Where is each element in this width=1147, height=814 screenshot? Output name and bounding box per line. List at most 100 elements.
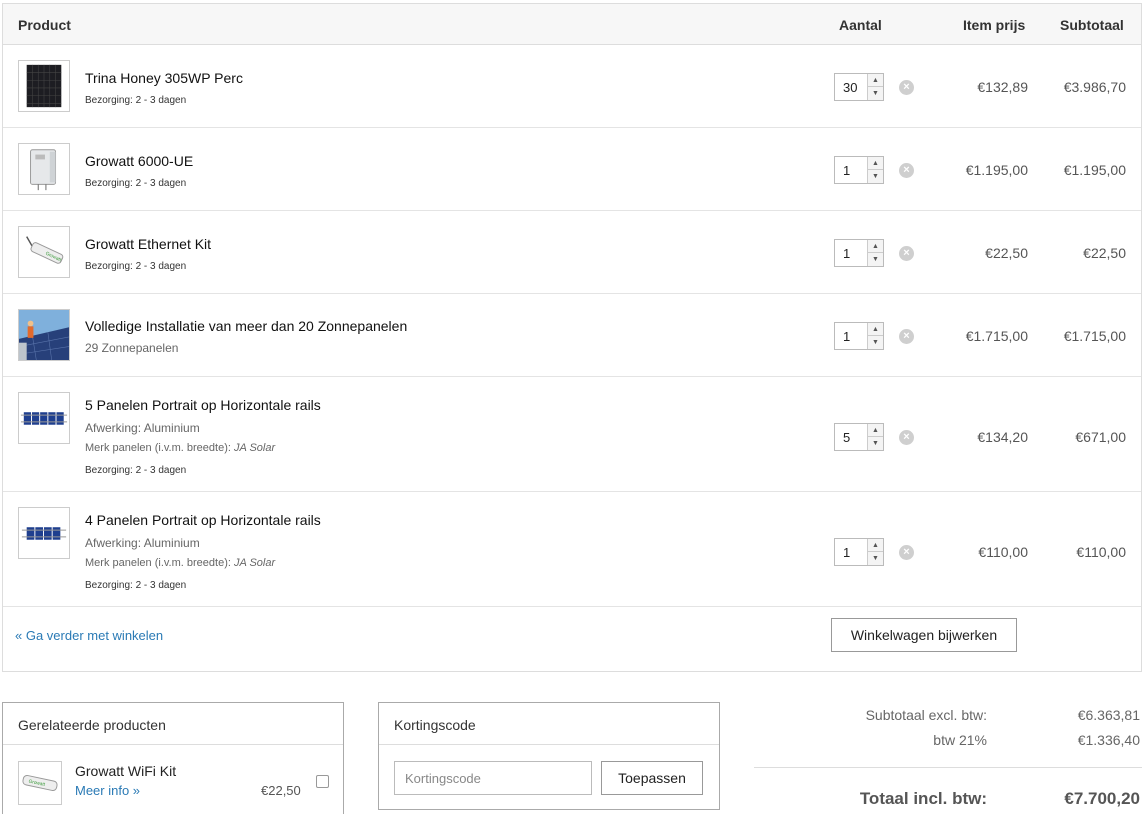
remove-icon[interactable]: × (899, 80, 914, 95)
delivery-time: Bezorging: 2 - 3 dagen (85, 465, 187, 476)
item-price: €22,50 (985, 245, 1028, 261)
product-name[interactable]: 5 Panelen Portrait op Horizontale rails (85, 397, 321, 413)
continue-shopping-link[interactable]: « Ga verder met winkelen (15, 628, 163, 643)
product-name[interactable]: Trina Honey 305WP Perc (85, 70, 243, 86)
cart-row: 5 Panelen Portrait op Horizontale rails … (3, 377, 1141, 492)
row-subtotal: €671,00 (1075, 429, 1126, 445)
total-label: Totaal incl. btw: (859, 789, 987, 808)
coupon-title: Kortingscode (379, 703, 719, 745)
quantity-value[interactable]: 5 (843, 430, 850, 445)
delivery-time: Bezorging: 2 - 3 dagen (85, 261, 187, 272)
ethernet-kit-icon[interactable]: Growatt (18, 226, 70, 278)
order-totals: Subtotaal excl. btw: €6.363,81 btw 21% €… (754, 700, 1144, 814)
increment-icon[interactable]: ▲ (868, 539, 883, 552)
related-product-price: €22,50 (261, 783, 301, 798)
decrement-icon[interactable]: ▼ (868, 253, 883, 266)
finish-option: Afwerking: Aluminium (85, 536, 200, 550)
wifi-kit-icon[interactable]: Growatt (18, 761, 62, 805)
panel-brand-option: Merk panelen (i.v.m. breedte): JA Solar (85, 442, 275, 454)
item-price: €110,00 (978, 544, 1028, 560)
row-subtotal: €3.986,70 (1063, 79, 1126, 95)
inverter-icon[interactable] (18, 143, 70, 195)
header-subtotal: Subtotaal (1060, 17, 1124, 33)
quantity-stepper[interactable]: 1 ▲ ▼ (834, 322, 884, 350)
quantity-stepper[interactable]: 30 ▲ ▼ (834, 73, 884, 101)
quantity-value[interactable]: 1 (843, 163, 850, 178)
increment-icon[interactable]: ▲ (868, 74, 883, 87)
delivery-time: Bezorging: 2 - 3 dagen (85, 580, 187, 591)
coupon-input[interactable] (394, 761, 592, 795)
product-name[interactable]: Growatt Ethernet Kit (85, 236, 211, 252)
solar-panel-icon[interactable] (18, 60, 70, 112)
remove-icon[interactable]: × (899, 430, 914, 445)
header-product: Product (18, 17, 71, 33)
remove-icon[interactable]: × (899, 163, 914, 178)
row-subtotal: €1.715,00 (1063, 328, 1126, 344)
panel-brand-value: JA Solar (233, 442, 276, 454)
item-price: €132,89 (977, 79, 1028, 95)
header-quantity: Aantal (839, 17, 882, 33)
totals-divider (754, 767, 1142, 768)
increment-icon[interactable]: ▲ (868, 157, 883, 170)
more-info-link[interactable]: Meer info » (75, 783, 140, 798)
product-name[interactable]: Volledige Installatie van meer dan 20 Zo… (85, 318, 407, 334)
update-cart-button[interactable]: Winkelwagen bijwerken (831, 618, 1017, 652)
remove-icon[interactable]: × (899, 246, 914, 261)
installation-photo-icon[interactable] (18, 309, 70, 361)
cart-row: Trina Honey 305WP Perc Bezorging: 2 - 3 … (3, 45, 1141, 128)
add-related-checkbox[interactable] (316, 775, 329, 788)
quantity-value[interactable]: 1 (843, 246, 850, 261)
panel-brand-label: Merk panelen (i.v.m. breedte): (85, 557, 231, 569)
cart-row: 4 Panelen Portrait op Horizontale rails … (3, 492, 1141, 607)
related-products-panel: Gerelateerde producten Growatt Growatt W… (2, 702, 344, 814)
quantity-value[interactable]: 1 (843, 329, 850, 344)
panel-brand-value: JA Solar (233, 557, 276, 569)
cart-row: Volledige Installatie van meer dan 20 Zo… (3, 294, 1141, 377)
decrement-icon[interactable]: ▼ (868, 552, 883, 565)
row-subtotal: €110,00 (1076, 544, 1126, 560)
quantity-stepper[interactable]: 5 ▲ ▼ (834, 423, 884, 451)
mounting-rails-icon[interactable] (18, 507, 70, 559)
delivery-time: Bezorging: 2 - 3 dagen (85, 178, 187, 189)
subtotal-label: Subtotaal excl. btw: (865, 707, 987, 723)
remove-icon[interactable]: × (899, 329, 914, 344)
item-price: €1.195,00 (965, 162, 1028, 178)
cart-table-header: Product Aantal Item prijs Subtotaal (3, 4, 1141, 45)
quantity-stepper[interactable]: 1 ▲ ▼ (834, 156, 884, 184)
cart-row: Growatt Growatt Ethernet Kit Bezorging: … (3, 211, 1141, 294)
quantity-value[interactable]: 1 (843, 545, 850, 560)
product-name[interactable]: Growatt 6000-UE (85, 153, 193, 169)
finish-option: Afwerking: Aluminium (85, 421, 200, 435)
product-name[interactable]: 4 Panelen Portrait op Horizontale rails (85, 512, 321, 528)
row-subtotal: €22,50 (1083, 245, 1126, 261)
decrement-icon[interactable]: ▼ (868, 87, 883, 100)
quantity-stepper[interactable]: 1 ▲ ▼ (834, 239, 884, 267)
decrement-icon[interactable]: ▼ (868, 336, 883, 349)
panel-brand-option: Merk panelen (i.v.m. breedte): JA Solar (85, 557, 275, 569)
remove-icon[interactable]: × (899, 545, 914, 560)
increment-icon[interactable]: ▲ (868, 424, 883, 437)
vat-label: btw 21% (933, 732, 987, 748)
panel-brand-label: Merk panelen (i.v.m. breedte): (85, 442, 231, 454)
product-subtitle: 29 Zonnepanelen (85, 341, 179, 355)
apply-coupon-button[interactable]: Toepassen (601, 761, 703, 795)
increment-icon[interactable]: ▲ (868, 240, 883, 253)
quantity-value[interactable]: 30 (843, 80, 857, 95)
increment-icon[interactable]: ▲ (868, 323, 883, 336)
header-item-price: Item prijs (963, 17, 1026, 33)
row-subtotal: €1.195,00 (1063, 162, 1126, 178)
subtotal-value: €6.363,81 (1077, 707, 1140, 723)
delivery-time: Bezorging: 2 - 3 dagen (85, 95, 187, 106)
vat-value: €1.336,40 (1077, 732, 1140, 748)
quantity-stepper[interactable]: 1 ▲ ▼ (834, 538, 884, 566)
decrement-icon[interactable]: ▼ (868, 170, 883, 183)
item-price: €134,20 (977, 429, 1028, 445)
cart-table: Product Aantal Item prijs Subtotaal Trin… (2, 3, 1142, 672)
coupon-panel: Kortingscode Toepassen (378, 702, 720, 810)
mounting-rails-icon[interactable] (18, 392, 70, 444)
related-product-name[interactable]: Growatt WiFi Kit (75, 763, 176, 779)
decrement-icon[interactable]: ▼ (868, 437, 883, 450)
total-value: €7.700,20 (1064, 789, 1140, 808)
item-price: €1.715,00 (965, 328, 1028, 344)
related-products-title: Gerelateerde producten (3, 703, 343, 745)
